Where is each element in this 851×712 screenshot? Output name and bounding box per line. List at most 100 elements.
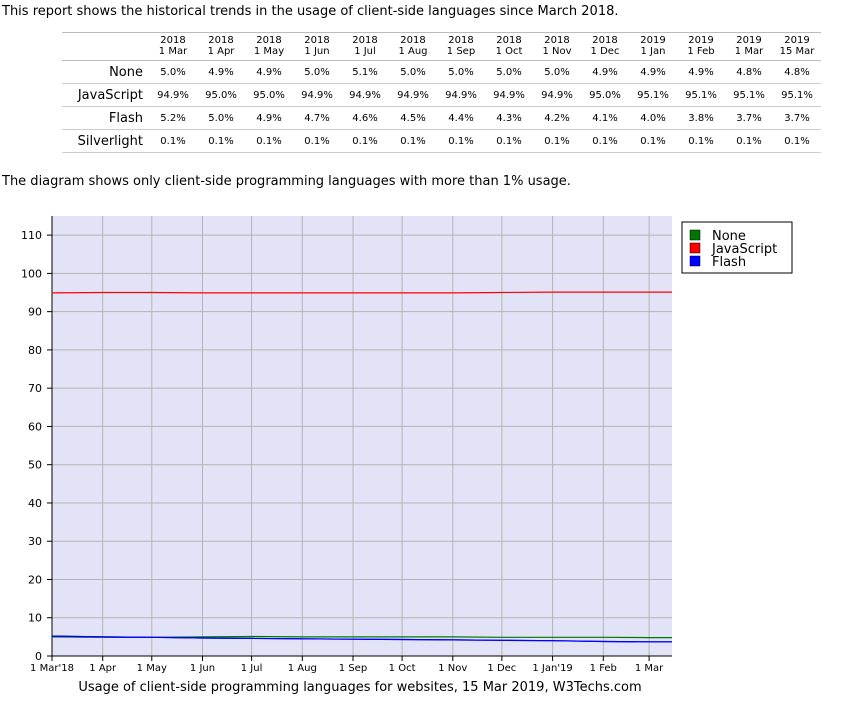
table-cell: 5.1% (341, 60, 389, 84)
table-cell: 4.9% (245, 106, 293, 130)
column-date: 1 Oct (495, 46, 523, 57)
column-year: 2018 (400, 35, 426, 46)
x-tick-label: 1 Dec (487, 663, 516, 674)
trends-table-wrap: 2018 1 Mar 2018 1 Apr 2018 1 May 2018 1 Jun 2018… (62, 32, 821, 153)
chart-caption: Usage of client-side programming languag… (78, 680, 642, 695)
table-cell: 4.7% (293, 106, 341, 130)
column-date: 1 Feb (687, 46, 715, 57)
table-column-header: 2018 1 Mar (149, 32, 197, 61)
x-tick-label: 1 Mar (635, 663, 664, 674)
column-date: 1 Jun (304, 46, 330, 57)
table-column-header: 2018 1 Sep (437, 32, 485, 61)
column-year: 2018 (448, 35, 474, 46)
column-date: 1 Nov (542, 46, 572, 57)
y-tick-label: 50 (28, 459, 42, 472)
table-cell: 94.9% (149, 83, 197, 107)
column-year: 2018 (256, 35, 282, 46)
column-year: 2018 (352, 35, 378, 46)
y-tick-label: 80 (28, 344, 42, 357)
table-body: None 5.0% 4.9% 4.9% 5.0% 5.1% 5.0% 5.0% 5.0% 5.0%… (62, 60, 821, 153)
table-column-header: 2019 1 Mar (725, 32, 773, 61)
legend-swatch (689, 229, 701, 241)
legend-label: Flash (712, 255, 746, 270)
table-cell: 4.5% (389, 106, 437, 130)
column-date: 1 Dec (590, 46, 620, 57)
column-year: 2018 (208, 35, 234, 46)
column-year: 2018 (496, 35, 522, 46)
column-date: 1 Mar (158, 46, 188, 57)
table-cell: 4.0% (629, 106, 677, 130)
column-year: 2018 (544, 35, 570, 46)
table-cell: 5.2% (149, 106, 197, 130)
row-label: Flash (62, 106, 149, 130)
column-date: 1 Jul (354, 46, 376, 57)
x-tick-label: 1 Jun (190, 663, 215, 674)
table-cell: 5.0% (149, 60, 197, 84)
table-cell: 0.1% (773, 129, 821, 153)
y-tick-label: 0 (35, 650, 42, 663)
table-cell: 94.9% (341, 83, 389, 107)
x-tick-label: 1 Sep (339, 663, 367, 674)
y-tick-label: 70 (28, 382, 42, 395)
table-column-header: 2018 1 Oct (485, 32, 533, 61)
usage-line-chart: 0 10 20 30 40 50 60 70 80 90 100 110 1 Mar'18 1 Apr 1 … (21, 216, 793, 674)
table-cell: 95.1% (677, 83, 725, 107)
x-tick-label: 1 Apr (89, 663, 117, 674)
table-column-header: 2018 1 Aug (389, 32, 437, 61)
table-cell: 95.1% (773, 83, 821, 107)
x-tick-label: 1 Mar'18 (30, 663, 74, 674)
table-column-header: 2018 1 Jul (341, 32, 389, 61)
table-cell: 0.1% (533, 129, 581, 153)
table-cell: 95.1% (629, 83, 677, 107)
table-cell: 4.8% (725, 60, 773, 84)
row-label: Silverlight (62, 129, 149, 153)
table-cell: 94.9% (485, 83, 533, 107)
table-cell: 5.0% (485, 60, 533, 84)
table-cell: 4.8% (773, 60, 821, 84)
x-tick-label: 1 Nov (438, 663, 467, 674)
column-year: 2018 (160, 35, 186, 46)
column-year: 2019 (736, 35, 762, 46)
y-tick-label: 100 (21, 267, 42, 280)
x-tick-label: 1 Jan'19 (532, 663, 572, 674)
table-cell: 4.1% (581, 106, 629, 130)
table-cell: 95.0% (245, 83, 293, 107)
chart-container: 0 10 20 30 40 50 60 70 80 90 100 110 1 Mar'18 1 Apr 1 … (0, 208, 800, 682)
y-tick-label: 30 (28, 535, 42, 548)
column-year: 2019 (784, 35, 810, 46)
table-cell: 94.9% (293, 83, 341, 107)
table-cell: 4.3% (485, 106, 533, 130)
table-column-header: 2018 1 Jun (293, 32, 341, 61)
table-cell: 4.6% (341, 106, 389, 130)
table-cell: 4.9% (677, 60, 725, 84)
table-cell: 4.9% (581, 60, 629, 84)
column-year: 2018 (304, 35, 330, 46)
table-cell: 0.1% (629, 129, 677, 153)
table-cell: 0.1% (725, 129, 773, 153)
table-corner (62, 32, 149, 61)
table-cell: 95.1% (725, 83, 773, 107)
table-cell: 3.7% (725, 106, 773, 130)
table-row: None 5.0% 4.9% 4.9% 5.0% 5.1% 5.0% 5.0% 5.0% 5.0%… (62, 60, 821, 84)
table-cell: 5.0% (533, 60, 581, 84)
row-label: JavaScript (62, 83, 149, 107)
y-tick-label: 20 (28, 573, 42, 586)
table-cell: 94.9% (437, 83, 485, 107)
table-cell: 4.9% (245, 60, 293, 84)
column-date: 1 May (253, 46, 285, 57)
x-tick-label: 1 Feb (590, 663, 617, 674)
row-label: None (62, 60, 149, 84)
table-cell: 95.0% (197, 83, 245, 107)
table-cell: 0.1% (149, 129, 197, 153)
table-cell: 3.7% (773, 106, 821, 130)
table-cell: 3.8% (677, 106, 725, 130)
table-cell: 94.9% (533, 83, 581, 107)
column-year: 2019 (688, 35, 714, 46)
column-date: 1 Mar (734, 46, 764, 57)
y-tick-label: 60 (28, 420, 42, 433)
column-date: 1 Aug (398, 46, 428, 57)
table-cell: 5.0% (197, 106, 245, 130)
column-year: 2018 (592, 35, 618, 46)
y-tick-label: 10 (28, 612, 42, 625)
table-cell: 5.0% (293, 60, 341, 84)
